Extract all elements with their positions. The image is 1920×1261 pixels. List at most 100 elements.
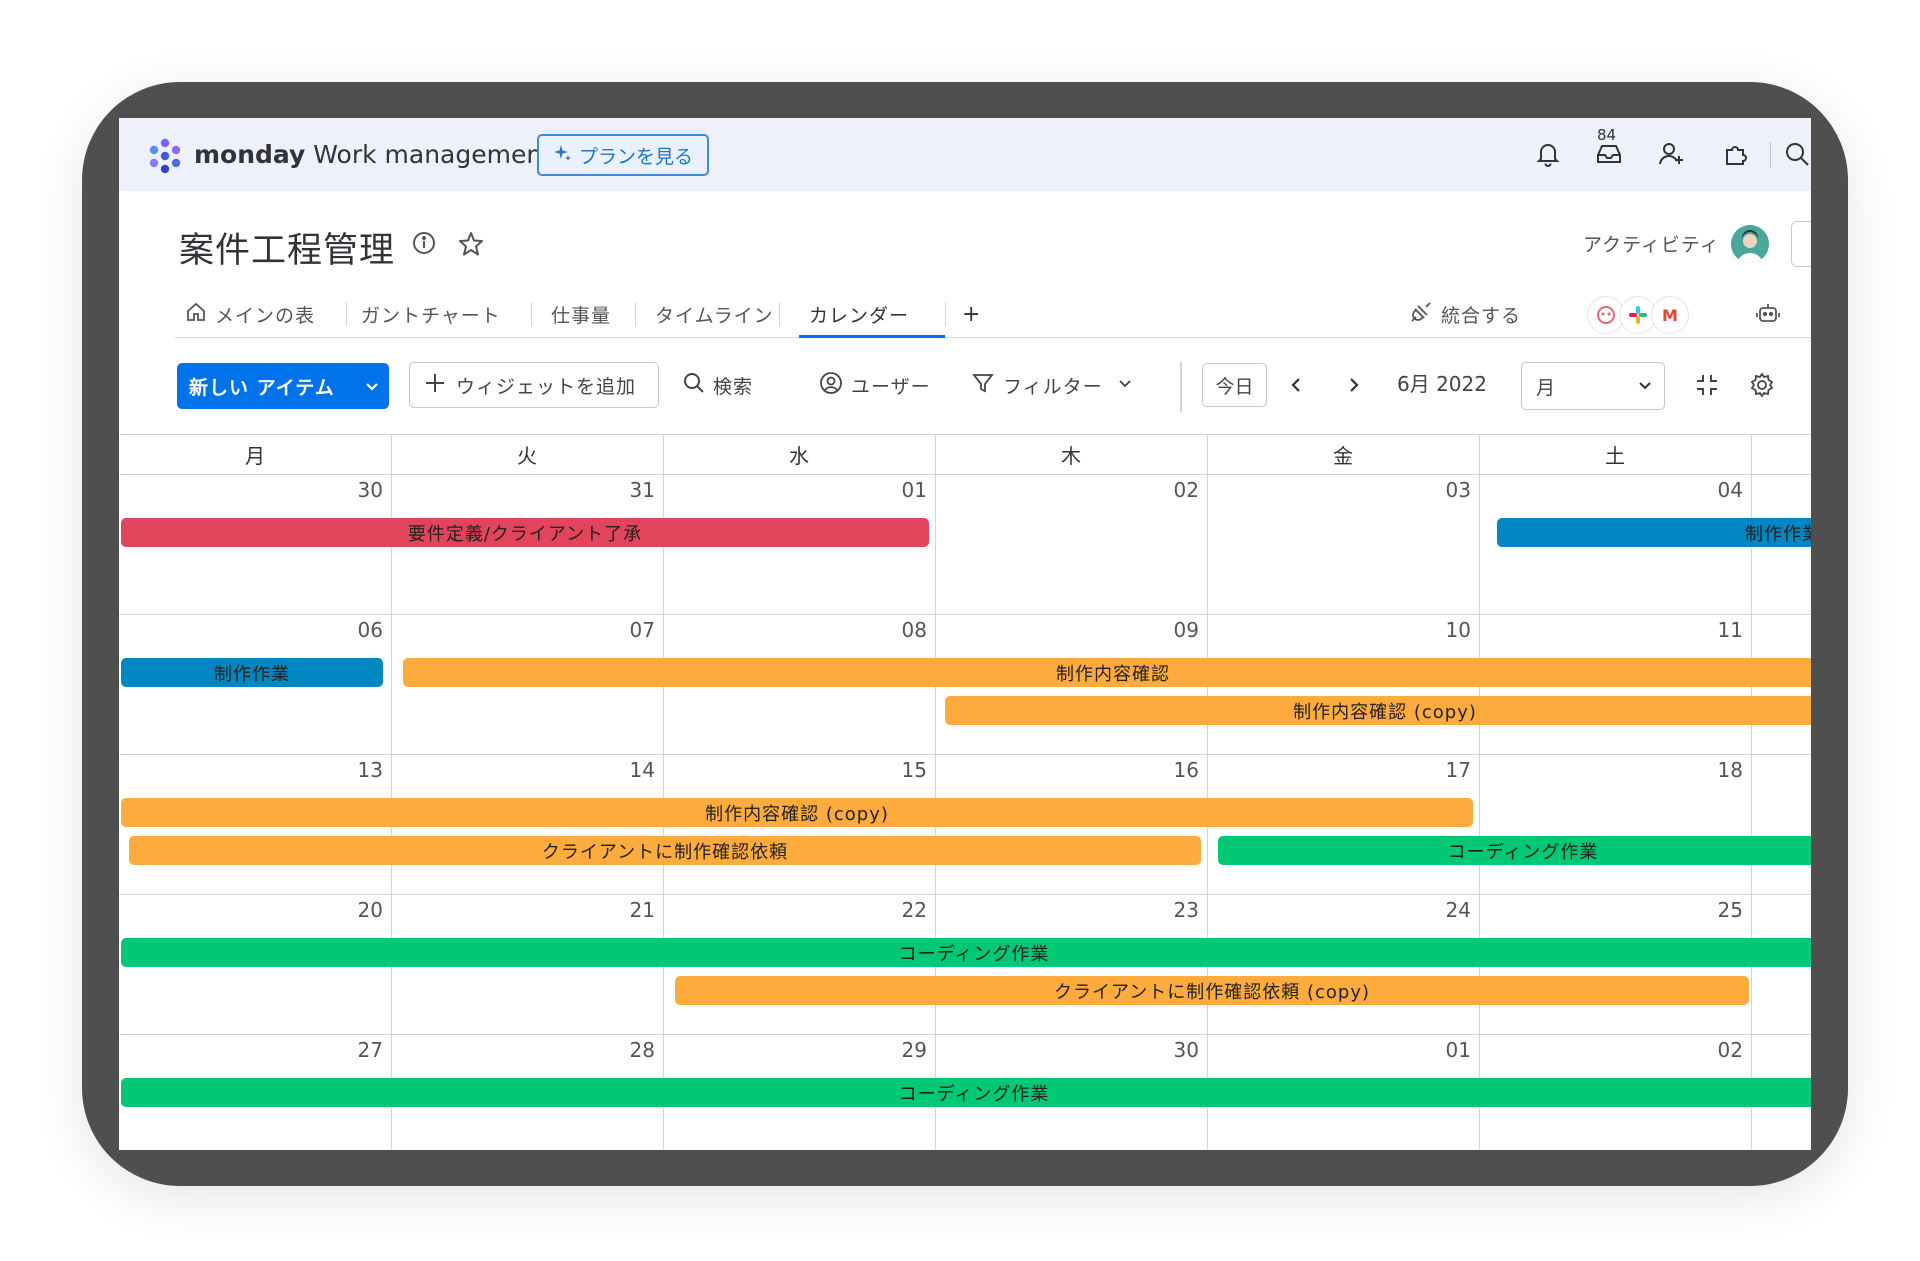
calendar-top-border — [119, 434, 1811, 435]
day-number[interactable]: 09 — [1139, 618, 1199, 642]
day-number[interactable]: 15 — [867, 758, 927, 782]
bell-icon[interactable] — [1530, 136, 1566, 172]
event-label: クライアントに制作確認依頼 (copy) — [1053, 981, 1371, 1003]
person-icon — [819, 371, 843, 400]
day-number[interactable]: 18 — [1683, 758, 1743, 782]
day-number[interactable]: 02 — [1139, 478, 1199, 502]
tabs-underline — [175, 337, 1811, 338]
tab-divider — [779, 302, 780, 326]
day-number[interactable]: 10 — [1411, 618, 1471, 642]
plus-icon — [424, 372, 446, 399]
day-number[interactable]: 20 — [323, 898, 383, 922]
monday-logo-icon[interactable] — [145, 136, 185, 180]
calendar-row-divider — [119, 474, 1811, 475]
share-button[interactable] — [1791, 221, 1811, 267]
settings-gear-icon[interactable] — [1749, 362, 1775, 408]
search-icon[interactable] — [1779, 136, 1811, 172]
tab-calendar[interactable]: カレンダー — [809, 294, 909, 334]
day-number[interactable]: 01 — [1411, 1038, 1471, 1062]
calendar-row-divider — [119, 894, 1811, 895]
calendar-row-divider — [119, 1034, 1811, 1035]
calendar-event-bar[interactable]: 制作内容確認 (copy) — [121, 798, 1473, 827]
day-number[interactable]: 22 — [867, 898, 927, 922]
automation-robot-icon[interactable] — [1755, 294, 1781, 334]
calendar-event-bar[interactable]: コーディング作業 — [1218, 836, 1811, 865]
weekday-header: 火 — [517, 444, 537, 468]
calendar-event-bar[interactable]: 制作内容確認 — [403, 658, 1811, 687]
add-view-button[interactable]: + — [962, 294, 981, 334]
day-number[interactable]: 08 — [867, 618, 927, 642]
day-number[interactable]: 25 — [1683, 898, 1743, 922]
day-number[interactable]: 16 — [1139, 758, 1199, 782]
previous-month-chevron-left-icon[interactable] — [1287, 362, 1305, 408]
filter-chevron-down-icon[interactable] — [1117, 374, 1133, 396]
calendar-event-bar[interactable]: コーディング作業 — [121, 1078, 1811, 1107]
day-number[interactable]: 27 — [323, 1038, 383, 1062]
calendar-row-divider — [119, 614, 1811, 615]
top-bar: monday Work management プランを見る 84 — [119, 118, 1811, 191]
day-number[interactable]: 02 — [1683, 1038, 1743, 1062]
add-widget-button[interactable]: ウィジェットを追加 — [409, 362, 659, 408]
filter-button[interactable]: フィルター — [971, 362, 1133, 408]
tab-workload[interactable]: 仕事量 — [551, 294, 611, 334]
collapse-fullscreen-icon[interactable] — [1693, 362, 1721, 408]
tab-divider — [635, 302, 636, 326]
calendar-event-bar[interactable]: クライアントに制作確認依頼 (copy) — [675, 976, 1749, 1005]
day-number[interactable]: 17 — [1411, 758, 1471, 782]
view-mode-value: 月 — [1536, 376, 1556, 399]
day-number[interactable]: 24 — [1411, 898, 1471, 922]
day-number[interactable]: 03 — [1411, 478, 1471, 502]
day-number[interactable]: 28 — [595, 1038, 655, 1062]
new-item-button[interactable]: 新しい アイテム — [177, 363, 389, 409]
see-plans-button[interactable]: プランを見る — [537, 134, 709, 176]
integration-plug-icon — [1409, 300, 1433, 329]
integrate-button[interactable]: 統合する — [1409, 294, 1521, 334]
new-item-dropdown-chevron-icon[interactable] — [355, 363, 389, 409]
calendar-event-bar[interactable]: 制作作業 — [1497, 518, 1811, 547]
weekday-header: 土 — [1605, 444, 1625, 468]
add-widget-label: ウィジェットを追加 — [456, 375, 637, 398]
invite-member-icon[interactable] — [1654, 136, 1690, 172]
day-number[interactable]: 31 — [595, 478, 655, 502]
search-button[interactable]: 検索 — [683, 362, 753, 408]
day-number[interactable]: 06 — [323, 618, 383, 642]
day-number[interactable]: 11 — [1683, 618, 1743, 642]
today-button[interactable]: 今日 — [1202, 363, 1267, 407]
day-number[interactable]: 07 — [595, 618, 655, 642]
day-number[interactable]: 23 — [1139, 898, 1199, 922]
user-avatar[interactable] — [1731, 225, 1769, 263]
board-title[interactable]: 案件工程管理 — [179, 222, 395, 273]
day-number[interactable]: 30 — [323, 478, 383, 502]
day-number[interactable]: 13 — [323, 758, 383, 782]
tab-main-table[interactable]: メインの表 — [185, 294, 315, 334]
calendar-event-bar[interactable]: 要件定義/クライアント了承 — [121, 518, 929, 547]
next-month-chevron-right-icon[interactable] — [1345, 362, 1363, 408]
event-label: 制作作業 — [214, 663, 290, 685]
activity-link[interactable]: アクティビティ — [1583, 230, 1720, 257]
calendar-event-bar[interactable]: 制作内容確認 (copy) — [945, 696, 1811, 725]
person-filter-button[interactable]: ユーザー — [819, 362, 931, 408]
integrate-label: 統合する — [1441, 304, 1522, 327]
tab-gantt[interactable]: ガントチャート — [361, 294, 501, 334]
calendar-row-divider — [119, 754, 1811, 755]
apps-puzzle-icon[interactable] — [1718, 136, 1754, 172]
view-mode-select[interactable]: 月 — [1521, 362, 1665, 410]
day-number[interactable]: 14 — [595, 758, 655, 782]
day-number[interactable]: 01 — [867, 478, 927, 502]
day-number[interactable]: 21 — [595, 898, 655, 922]
toolbar-divider — [1180, 362, 1182, 412]
tab-timeline[interactable]: タイムライン — [655, 294, 774, 334]
calendar-event-bar[interactable]: 制作作業 — [121, 658, 383, 687]
chevron-down-icon — [1636, 376, 1654, 399]
search-label: 検索 — [713, 375, 754, 398]
day-number[interactable]: 30 — [1139, 1038, 1199, 1062]
day-number[interactable]: 29 — [867, 1038, 927, 1062]
star-icon[interactable] — [457, 230, 485, 262]
day-number[interactable]: 04 — [1683, 478, 1743, 502]
app-screen: monday Work management プランを見る 84 案件工程管理 … — [119, 118, 1811, 1150]
info-icon[interactable] — [411, 230, 437, 260]
filter-funnel-icon — [971, 371, 995, 400]
calendar-event-bar[interactable]: クライアントに制作確認依頼 — [129, 836, 1201, 865]
calendar-event-bar[interactable]: コーディング作業 — [121, 938, 1811, 967]
gmail-icon[interactable]: M — [1651, 296, 1689, 334]
